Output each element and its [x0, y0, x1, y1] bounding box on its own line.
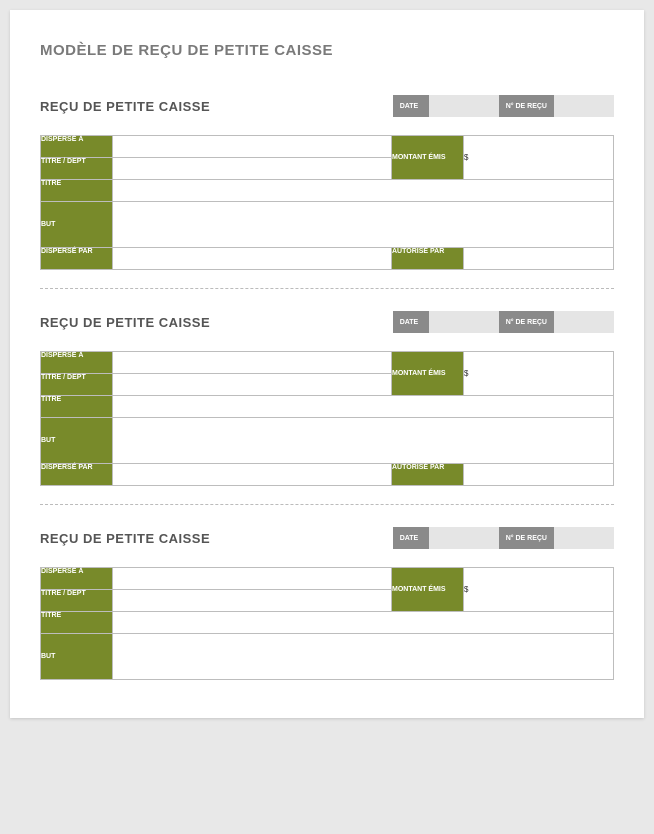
- date-label: DATE: [393, 527, 429, 549]
- amount-input[interactable]: $: [464, 352, 614, 396]
- date-input[interactable]: [429, 527, 499, 549]
- amount-label: MONTANT ÉMIS: [392, 352, 464, 396]
- authorized-by-input[interactable]: [464, 248, 614, 270]
- dispersed-to-label: DISPERSÉ À: [41, 568, 113, 590]
- receipt-block-3: REÇU DE PETITE CAISSE DATE N° DE REÇU DI…: [40, 527, 614, 680]
- title-dept-label: TITRE / DEPT: [41, 590, 113, 612]
- amount-input[interactable]: $: [464, 136, 614, 180]
- dispersed-to-label: DISPERSÉ À: [41, 136, 113, 158]
- date-input[interactable]: [429, 311, 499, 333]
- date-input[interactable]: [429, 95, 499, 117]
- dispersed-to-input[interactable]: [113, 352, 392, 374]
- title-label: TITRE: [41, 180, 113, 202]
- purpose-label: BUT: [41, 634, 113, 680]
- receipt-heading: REÇU DE PETITE CAISSE: [40, 531, 393, 546]
- receipt-meta: DATE N° DE REÇU: [393, 95, 614, 117]
- receipt-no-label: N° DE REÇU: [499, 527, 554, 549]
- dispersed-to-label: DISPERSÉ À: [41, 352, 113, 374]
- dispersed-to-input[interactable]: [113, 136, 392, 158]
- receipt-header: REÇU DE PETITE CAISSE DATE N° DE REÇU: [40, 95, 614, 117]
- dispersed-by-input[interactable]: [113, 248, 392, 270]
- receipt-no-input[interactable]: [554, 311, 614, 333]
- receipt-meta: DATE N° DE REÇU: [393, 311, 614, 333]
- receipt-no-label: N° DE REÇU: [499, 95, 554, 117]
- receipt-form-table: DISPERSÉ À MONTANT ÉMIS $ TITRE / DEPT T…: [40, 135, 614, 270]
- title-input[interactable]: [113, 396, 614, 418]
- title-dept-input[interactable]: [113, 158, 392, 180]
- divider: [40, 504, 614, 505]
- receipt-no-input[interactable]: [554, 527, 614, 549]
- receipt-header: REÇU DE PETITE CAISSE DATE N° DE REÇU: [40, 527, 614, 549]
- receipt-no-label: N° DE REÇU: [499, 311, 554, 333]
- authorized-by-label: AUTORISÉ PAR: [392, 464, 464, 486]
- receipt-heading: REÇU DE PETITE CAISSE: [40, 315, 393, 330]
- authorized-by-input[interactable]: [464, 464, 614, 486]
- receipt-block-1: REÇU DE PETITE CAISSE DATE N° DE REÇU DI…: [40, 95, 614, 270]
- page-title: MODÈLE DE REÇU DE PETITE CAISSE: [40, 42, 614, 59]
- title-dept-label: TITRE / DEPT: [41, 374, 113, 396]
- authorized-by-label: AUTORISÉ PAR: [392, 248, 464, 270]
- dispersed-by-input[interactable]: [113, 464, 392, 486]
- dispersed-by-label: DISPERSÉ PAR: [41, 464, 113, 486]
- amount-input[interactable]: $: [464, 568, 614, 612]
- date-label: DATE: [393, 311, 429, 333]
- date-label: DATE: [393, 95, 429, 117]
- title-dept-input[interactable]: [113, 590, 392, 612]
- dispersed-by-label: DISPERSÉ PAR: [41, 248, 113, 270]
- dispersed-to-input[interactable]: [113, 568, 392, 590]
- title-label: TITRE: [41, 612, 113, 634]
- purpose-input[interactable]: [113, 202, 614, 248]
- receipt-meta: DATE N° DE REÇU: [393, 527, 614, 549]
- purpose-input[interactable]: [113, 634, 614, 680]
- amount-label: MONTANT ÉMIS: [392, 136, 464, 180]
- title-label: TITRE: [41, 396, 113, 418]
- receipt-block-2: REÇU DE PETITE CAISSE DATE N° DE REÇU DI…: [40, 311, 614, 486]
- receipt-header: REÇU DE PETITE CAISSE DATE N° DE REÇU: [40, 311, 614, 333]
- title-input[interactable]: [113, 180, 614, 202]
- divider: [40, 288, 614, 289]
- receipt-form-table: DISPERSÉ À MONTANT ÉMIS $ TITRE / DEPT T…: [40, 567, 614, 680]
- amount-label: MONTANT ÉMIS: [392, 568, 464, 612]
- receipt-form-table: DISPERSÉ À MONTANT ÉMIS $ TITRE / DEPT T…: [40, 351, 614, 486]
- purpose-input[interactable]: [113, 418, 614, 464]
- purpose-label: BUT: [41, 418, 113, 464]
- title-input[interactable]: [113, 612, 614, 634]
- receipt-no-input[interactable]: [554, 95, 614, 117]
- receipt-heading: REÇU DE PETITE CAISSE: [40, 99, 393, 114]
- page: MODÈLE DE REÇU DE PETITE CAISSE REÇU DE …: [10, 10, 644, 718]
- title-dept-label: TITRE / DEPT: [41, 158, 113, 180]
- title-dept-input[interactable]: [113, 374, 392, 396]
- purpose-label: BUT: [41, 202, 113, 248]
